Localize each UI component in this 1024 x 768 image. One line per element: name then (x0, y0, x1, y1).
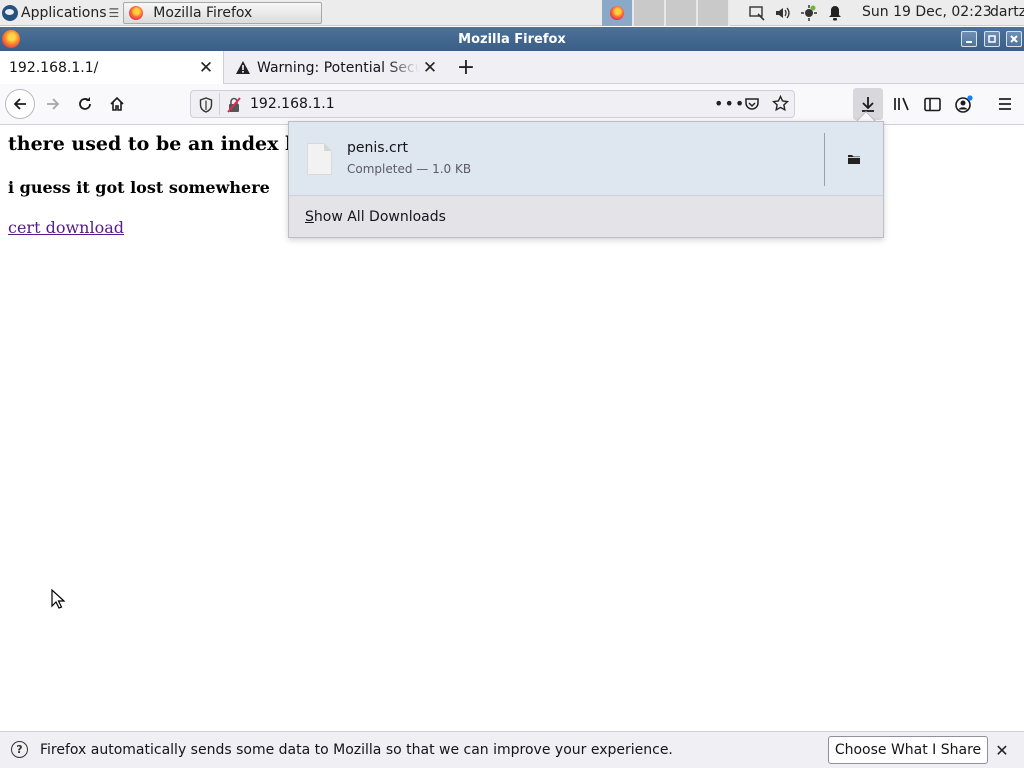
minimize-icon[interactable] (961, 31, 977, 47)
accel-key: S (305, 209, 314, 225)
folder-icon[interactable] (841, 148, 867, 170)
info-icon: ? (11, 741, 28, 758)
library-icon[interactable] (887, 90, 915, 118)
urlbar-divider (219, 93, 220, 115)
window-titlebar[interactable]: Mozilla Firefox (0, 27, 1024, 51)
page-heading: there used to be an index here (8, 133, 334, 155)
clock[interactable]: Sun 19 Dec, 02:23 (862, 4, 992, 20)
more-icon[interactable]: ••• (714, 94, 745, 113)
cert-download-link[interactable]: cert download (8, 218, 124, 237)
close-icon[interactable]: ✕ (992, 740, 1012, 760)
firefox-icon (610, 6, 624, 20)
choose-what-i-share-button[interactable]: Choose What I Share (828, 736, 988, 764)
download-item[interactable]: penis.crt Completed — 1.0 KB (289, 122, 883, 195)
star-icon[interactable] (771, 94, 790, 116)
tab-label: Warning: Potential Security Risk Ahead (257, 59, 419, 76)
hamburger-icon[interactable] (991, 90, 1019, 118)
network-icon[interactable] (748, 4, 766, 22)
notification-text: Firefox automatically sends some data to… (40, 742, 673, 758)
url-text[interactable]: 192.168.1.1 (250, 96, 335, 112)
top-panel: Applications ☰ Mozilla Firefox Sun 19 De… (0, 0, 1024, 26)
tab-label: 192.168.1.1/ (9, 59, 99, 76)
url-bar[interactable]: 192.168.1.1 ••• (190, 90, 795, 118)
tab-strip: 192.168.1.1/ ✕ Warning: Potential Securi… (0, 51, 1024, 84)
pocket-icon[interactable] (744, 96, 760, 116)
workspace-1[interactable] (602, 0, 634, 26)
taskbar-firefox-label: Mozilla Firefox (153, 4, 253, 21)
mouse-cursor-icon (51, 588, 66, 613)
workspace-switcher (602, 0, 730, 26)
file-icon (307, 143, 332, 175)
account-icon[interactable] (950, 90, 978, 118)
sidebar-icon[interactable] (918, 90, 946, 118)
notification-bar: ? Firefox automatically sends some data … (0, 731, 1024, 768)
workspace-3[interactable] (666, 0, 698, 26)
applications-label: Applications (21, 4, 107, 21)
home-icon[interactable] (103, 90, 131, 118)
download-status: Completed — 1.0 KB (347, 162, 472, 176)
shield-icon[interactable] (199, 97, 213, 117)
show-all-downloads-button[interactable]: Show All Downloads (289, 195, 883, 237)
download-file-name: penis.crt (347, 140, 408, 156)
window-title: Mozilla Firefox (458, 31, 566, 47)
label-rest: how All Downloads (313, 209, 446, 225)
warning-icon (235, 60, 251, 75)
close-window-icon[interactable] (1006, 31, 1022, 47)
back-arrow-icon[interactable] (5, 89, 35, 119)
workspace-4[interactable] (698, 0, 730, 26)
workspace-2[interactable] (634, 0, 666, 26)
tab-security-warning[interactable]: Warning: Potential Security Risk Ahead ✕ (225, 51, 447, 84)
new-tab-icon[interactable]: + (455, 55, 477, 80)
user-menu[interactable]: dartz (990, 4, 1024, 20)
firefox-icon (129, 5, 144, 20)
volume-icon[interactable] (774, 4, 792, 22)
reload-icon[interactable] (71, 90, 99, 118)
desktop: Applications ☰ Mozilla Firefox Sun 19 De… (0, 0, 1024, 768)
updates-icon[interactable] (800, 4, 818, 22)
xfce-logo-icon (2, 4, 18, 21)
taskbar-firefox-button[interactable]: Mozilla Firefox (123, 1, 323, 24)
applications-menu[interactable]: Applications ☰ (0, 0, 123, 26)
insecure-lock-icon[interactable] (227, 97, 241, 117)
menu-separator-icon: ☰ (108, 5, 120, 20)
forward-arrow-icon[interactable] (39, 90, 67, 118)
download-item-divider (824, 133, 825, 186)
close-tab-icon[interactable]: ✕ (419, 57, 441, 79)
show-all-downloads-label: Show All Downloads (305, 209, 446, 225)
maximize-icon[interactable] (984, 31, 1000, 47)
tab-192-168-1-1[interactable]: 192.168.1.1/ ✕ (0, 51, 224, 84)
page-subheading: i guess it got lost somewhere (8, 178, 270, 197)
notification-bell-icon[interactable] (826, 4, 844, 22)
downloads-panel: penis.crt Completed — 1.0 KB Show All Do… (288, 121, 884, 238)
system-tray (748, 0, 844, 26)
close-tab-icon[interactable]: ✕ (195, 57, 217, 79)
firefox-icon (2, 30, 20, 48)
